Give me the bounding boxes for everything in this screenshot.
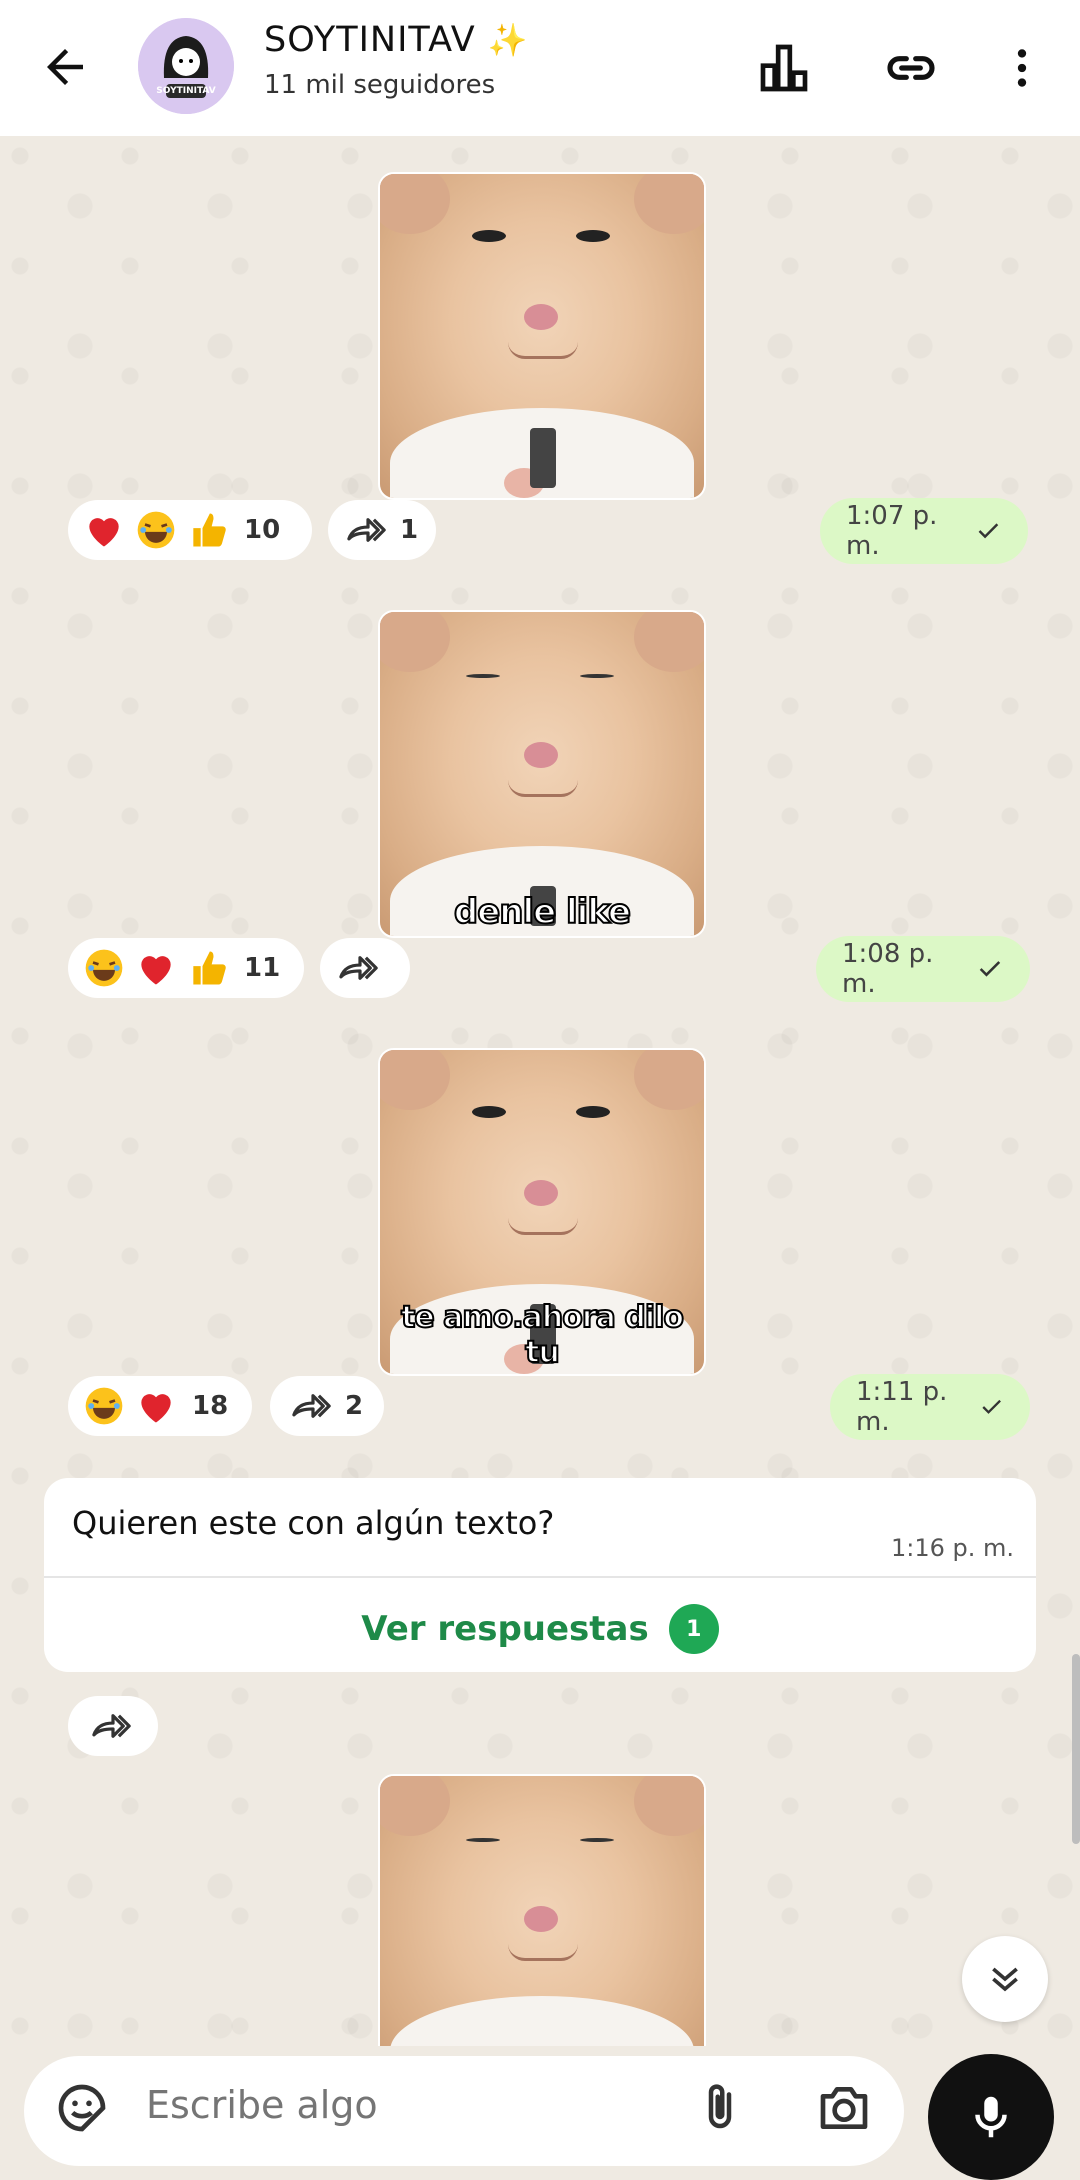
laughing-emoji-icon	[85, 949, 123, 987]
paperclip-icon	[708, 2084, 732, 2129]
laughing-emoji-icon	[137, 511, 175, 549]
forward-button[interactable]	[320, 938, 410, 998]
text-message-card[interactable]: Quieren este con algún texto? 1:16 p. m.…	[44, 1478, 1036, 1672]
message-meta: 1:11 p. m.	[830, 1374, 1030, 1440]
sticker-caption: denle like	[453, 891, 632, 933]
replies-count-badge: 1	[668, 1604, 719, 1654]
reaction-count: 18	[192, 1391, 229, 1421]
heart-emoji-icon	[89, 518, 119, 547]
channel-name[interactable]: SOYTINITAV ✨	[264, 20, 529, 60]
camera-button[interactable]	[814, 2078, 874, 2138]
link-icon	[887, 56, 935, 80]
share-link-button[interactable]	[881, 38, 941, 98]
laughing-emoji-icon	[85, 1387, 123, 1425]
reaction-count: 10	[244, 515, 281, 545]
sticker-message[interactable]	[378, 1774, 706, 2046]
scroll-to-bottom-button[interactable]	[962, 1936, 1048, 2022]
channel-name-text: SOYTINITAV	[264, 20, 476, 60]
sparkle-emoji: ✨	[487, 21, 529, 59]
forward-count: 2	[344, 1391, 364, 1421]
avatar-text: SOYTINITAV	[156, 86, 216, 96]
message-text: Quieren este con algún texto?	[72, 1504, 555, 1542]
hamster-sticker-image	[380, 612, 704, 936]
attach-button[interactable]	[690, 2078, 750, 2138]
voice-message-button[interactable]	[928, 2054, 1054, 2180]
forward-icon	[92, 1714, 131, 1738]
view-replies-label: Ver respuestas	[361, 1609, 649, 1649]
sticker-button[interactable]	[52, 2078, 112, 2138]
check-icon	[978, 523, 999, 539]
view-replies-button[interactable]: Ver respuestas 1	[44, 1594, 1036, 1664]
thumbs-up-emoji-icon	[193, 951, 226, 985]
thumbs-up-emoji-icon	[193, 513, 226, 547]
heart-emoji-icon	[141, 956, 171, 985]
camera-icon	[820, 2087, 868, 2129]
message-time: 1:08 p. m.	[842, 939, 934, 999]
channel-feed[interactable]: 10 1 1:07 p. m. denle like 11 1:08 p. m.	[0, 136, 1080, 2046]
check-icon	[979, 961, 1001, 977]
divider	[44, 1576, 1036, 1578]
message-meta: 1:08 p. m.	[816, 936, 1030, 1002]
message-time: 1:16 p. m.	[890, 1534, 1014, 1562]
sticker-caption: te amo.ahora dilo tu	[400, 1299, 685, 1371]
mic-icon	[975, 2096, 1007, 2138]
heart-emoji-icon	[141, 1394, 171, 1423]
forward-icon	[339, 956, 378, 980]
sticker-message[interactable]: denle like	[378, 610, 706, 938]
hamster-sticker-image	[380, 1776, 704, 2046]
forward-count: 1	[399, 515, 419, 545]
composer-bar	[0, 2046, 1080, 2180]
reactions-pill[interactable]: 11	[68, 938, 304, 998]
follower-count: 11 mil seguidores	[264, 70, 496, 100]
reactions-pill[interactable]: 10	[68, 500, 312, 560]
more-vert-icon	[1017, 49, 1027, 87]
avatar-illustration	[138, 18, 234, 114]
check-icon	[982, 1399, 1001, 1414]
forward-button[interactable]: 1	[328, 500, 436, 560]
message-meta: 1:07 p. m.	[820, 498, 1028, 564]
forward-button[interactable]	[68, 1696, 158, 1756]
overflow-menu-button[interactable]	[992, 38, 1052, 98]
channel-avatar[interactable]: SOYTINITAV	[138, 18, 234, 114]
message-time: 1:07 p. m.	[846, 501, 938, 561]
double-chevron-down-icon	[992, 1967, 1018, 1992]
channel-header: SOYTINITAV SOYTINITAV ✨ 11 mil seguidore…	[0, 0, 1080, 136]
scrollbar[interactable]	[1072, 1654, 1080, 1844]
sticker-message[interactable]	[378, 172, 706, 500]
insights-button[interactable]	[754, 38, 814, 98]
reaction-count: 11	[244, 953, 281, 983]
forward-icon	[292, 1394, 331, 1418]
message-input[interactable]	[144, 2082, 668, 2128]
sticker-icon	[58, 2084, 106, 2132]
message-time: 1:11 p. m.	[856, 1377, 948, 1437]
message-input-container	[24, 2056, 904, 2166]
back-button[interactable]	[38, 40, 92, 94]
bar-chart-icon	[760, 44, 808, 92]
arrow-left-icon	[47, 49, 83, 85]
forward-icon	[347, 518, 386, 542]
hamster-sticker-image	[380, 174, 704, 498]
reactions-pill[interactable]: 18	[68, 1376, 252, 1436]
forward-button[interactable]: 2	[270, 1376, 384, 1436]
sticker-message[interactable]: te amo.ahora dilo tu	[378, 1048, 706, 1376]
